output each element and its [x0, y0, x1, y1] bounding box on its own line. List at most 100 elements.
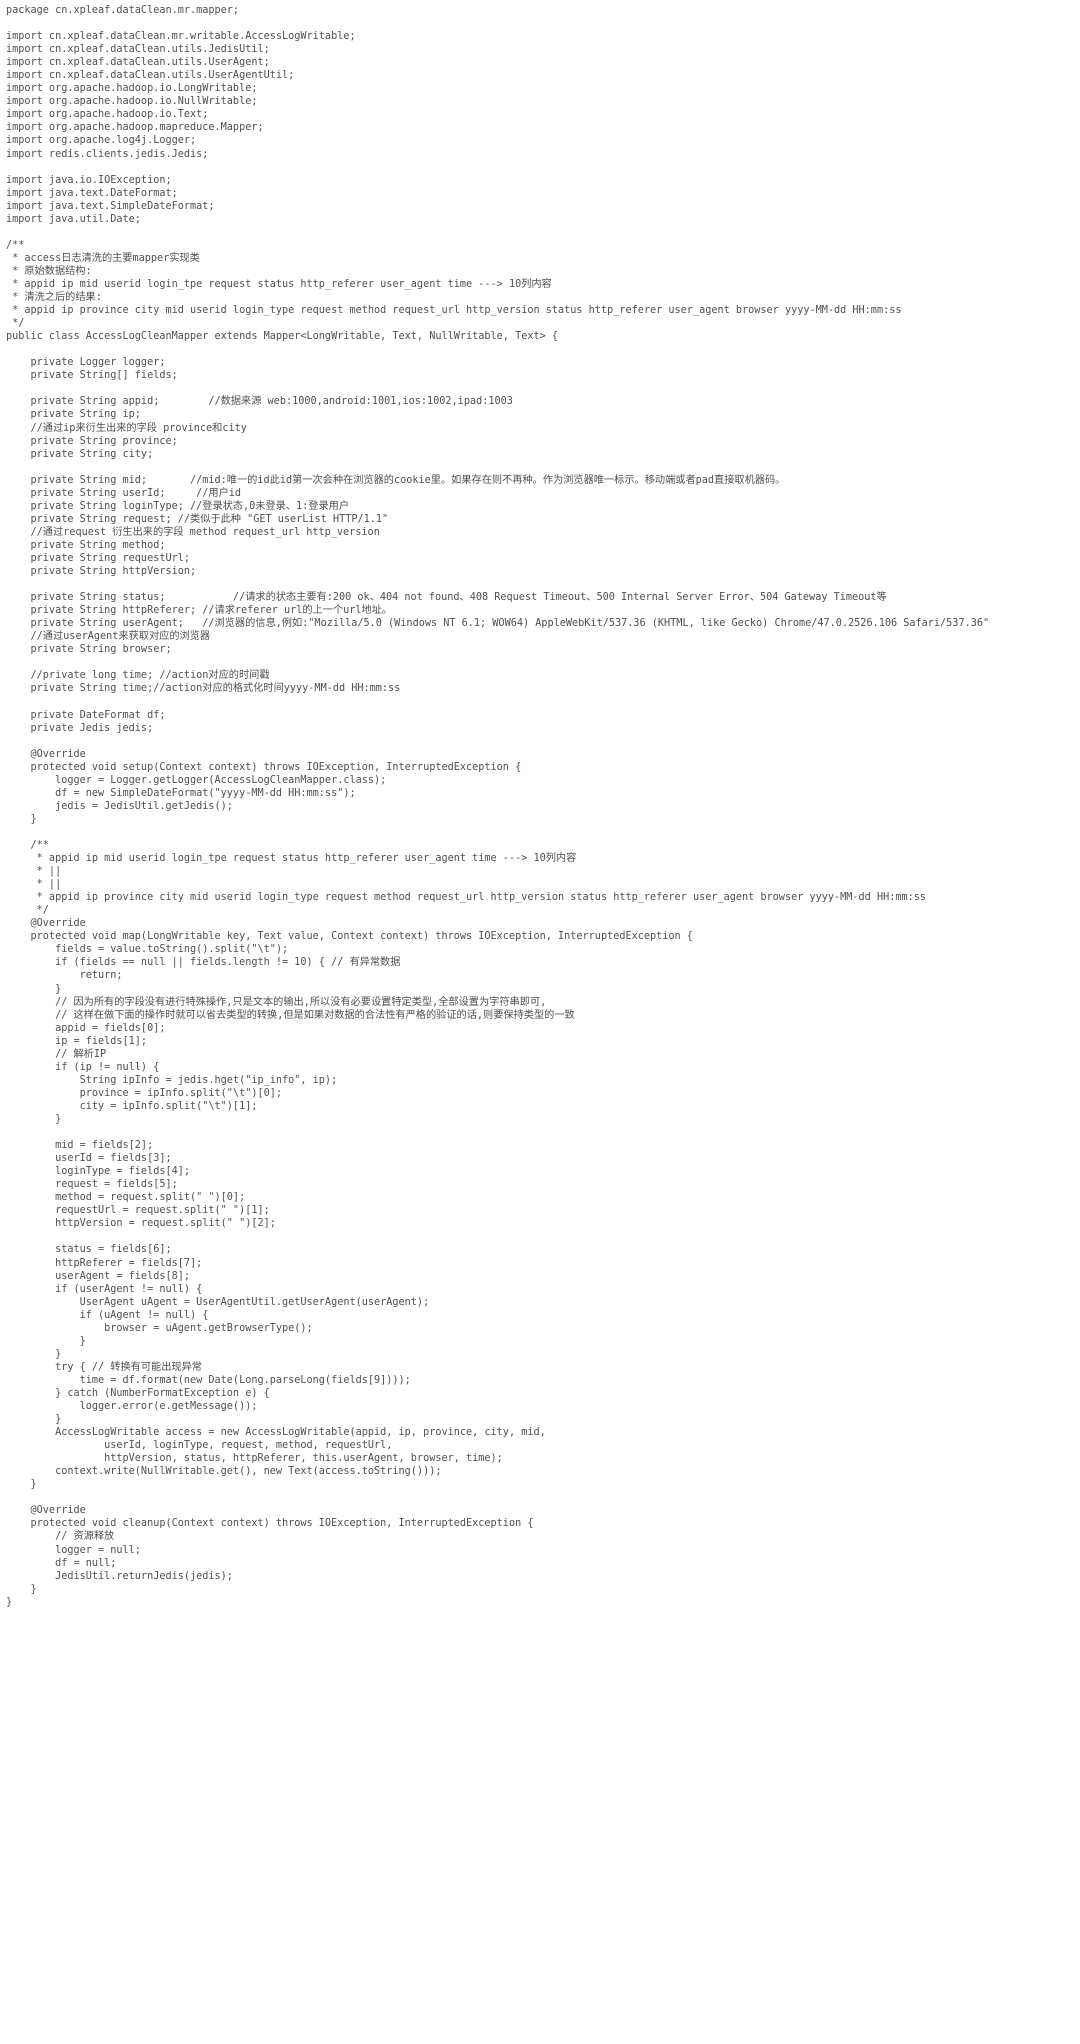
code-line: mid = fields[2]; — [6, 1140, 154, 1152]
code-line: package cn.xpleaf.dataClean.mr.mapper; — [6, 5, 240, 16]
code-line: * 清洗之后的结果: — [6, 292, 102, 304]
code-line: jedis = JedisUtil.getJedis(); — [6, 800, 233, 812]
code-line: import java.io.IOException; — [6, 174, 172, 186]
code-line: appid = fields[0]; — [6, 1022, 166, 1034]
code-line: time = df.format(new Date(Long.parseLong… — [6, 1374, 411, 1386]
code-line: private String mid; //mid:唯一的id此id第一次会种在… — [6, 474, 786, 486]
code-line: import cn.xpleaf.dataClean.utils.UserAge… — [6, 57, 270, 69]
code-line: try { // 转换有可能出现异常 — [6, 1361, 202, 1373]
code-line: @Override — [6, 748, 86, 760]
code-line: import org.apache.hadoop.io.LongWritable… — [6, 83, 258, 95]
code-line: } — [6, 1348, 62, 1360]
code-line: import java.util.Date; — [6, 213, 141, 225]
code-line: // 解析IP — [6, 1048, 107, 1060]
code-line: request = fields[5]; — [6, 1179, 178, 1191]
code-line: /** — [6, 840, 49, 851]
code-line: /** — [6, 239, 25, 251]
code-line: } — [6, 1479, 37, 1491]
code-line: private DateFormat df; — [6, 709, 166, 721]
code-line: } catch (NumberFormatException e) { — [6, 1387, 270, 1399]
code-line: province = ipInfo.split("\t")[0]; — [6, 1087, 283, 1099]
code-line: private Logger logger; — [6, 357, 166, 369]
code-line: df = new SimpleDateFormat("yyyy-MM-dd HH… — [6, 787, 356, 799]
code-line: private String userId; //用户id — [6, 487, 242, 499]
code-line: httpReferer = fields[7]; — [6, 1257, 203, 1269]
code-line: //private long time; //action对应的时间戳 — [6, 670, 270, 682]
code-line: } — [6, 983, 62, 995]
code-line: import org.apache.log4j.Logger; — [6, 135, 197, 147]
code-line: method = request.split(" ")[0]; — [6, 1192, 246, 1204]
code-line: // 资源释放 — [6, 1531, 115, 1543]
code-line: //通过request 衍生出来的字段 method request_url h… — [6, 526, 380, 538]
code-line: import redis.clients.jedis.Jedis; — [6, 148, 209, 160]
code-line: fields = value.toString().split("\t"); — [6, 944, 289, 956]
code-line: } — [6, 1414, 62, 1426]
code-line: import java.text.DateFormat; — [6, 187, 178, 199]
code-line: * || — [6, 879, 62, 891]
code-line: city = ipInfo.split("\t")[1]; — [6, 1100, 258, 1112]
code-line: context.write(NullWritable.get(), new Te… — [6, 1466, 442, 1478]
code-line: import org.apache.hadoop.io.Text; — [6, 109, 209, 121]
code-line: // 因为所有的字段没有进行特殊操作,只是文本的输出,所以没有必要设置特定类型,… — [6, 996, 547, 1008]
code-line: private String browser; — [6, 644, 172, 656]
code-line: } — [6, 1583, 37, 1595]
code-line: private String requestUrl; — [6, 552, 191, 564]
code-line: private String status; //请求的状态主要有:200 ok… — [6, 592, 887, 604]
code-line: @Override — [6, 918, 86, 930]
code-line: logger.error(e.getMessage()); — [6, 1401, 258, 1413]
code-line: private String city; — [6, 448, 154, 460]
code-line: import java.text.SimpleDateFormat; — [6, 200, 215, 212]
code-line: * appid ip province city mid userid logi… — [6, 892, 927, 904]
code-viewer[interactable]: package cn.xpleaf.dataClean.mr.mapper; im… — [0, 0, 1080, 2044]
code-line: private String time;//action对应的格式化时间yyyy… — [6, 683, 401, 695]
code-line: * appid ip province city mid userid logi… — [6, 305, 902, 317]
code-line: * 原始数据结构: — [6, 265, 92, 277]
code-line: public class AccessLogCleanMapper extend… — [6, 331, 559, 343]
code-line: import cn.xpleaf.dataClean.utils.JedisUt… — [6, 44, 270, 56]
code-line: return; — [6, 970, 123, 982]
code-line: httpVersion, status, httpReferer, this.u… — [6, 1453, 503, 1465]
code-line: protected void cleanup(Context context) … — [6, 1518, 534, 1530]
code-line: protected void setup(Context context) th… — [6, 761, 522, 773]
code-line: * appid ip mid userid login_tpe request … — [6, 853, 577, 865]
code-line: * access日志清洗的主要mapper实现类 — [6, 252, 200, 264]
code-line: private String ip; — [6, 409, 141, 421]
code-line: private String request; //类似于此种 "GET use… — [6, 513, 389, 525]
code-line: //通过userAgent来获取对应的浏览器 — [6, 631, 211, 643]
code-line: private String[] fields; — [6, 370, 178, 382]
code-line: // 这样在做下面的操作时就可以省去类型的转换,但是如果对数据的合法性有严格的验… — [6, 1009, 575, 1021]
code-line: */ — [6, 318, 25, 330]
source-code-block[interactable]: package cn.xpleaf.dataClean.mr.mapper; im… — [6, 4, 1080, 1609]
code-line: import org.apache.hadoop.io.NullWritable… — [6, 96, 258, 108]
code-line: logger = null; — [6, 1544, 141, 1556]
code-line: String ipInfo = jedis.hget("ip_info", ip… — [6, 1074, 338, 1086]
code-line: private String appid; //数据来源 web:1000,an… — [6, 396, 513, 408]
code-line: userAgent = fields[8]; — [6, 1270, 191, 1282]
code-line: ip = fields[1]; — [6, 1035, 148, 1047]
code-line: private String httpVersion; — [6, 566, 197, 578]
code-line: * || — [6, 866, 62, 878]
code-line: } — [6, 1335, 86, 1347]
code-line: //通过ip来衍生出来的字段 province和city — [6, 422, 247, 434]
code-line: private String userAgent; //浏览器的信息,例如:"M… — [6, 618, 990, 630]
code-line: UserAgent uAgent = UserAgentUtil.getUser… — [6, 1296, 430, 1308]
code-line: import org.apache.hadoop.mapreduce.Mappe… — [6, 122, 264, 134]
code-line: private Jedis jedis; — [6, 722, 154, 734]
code-line: import cn.xpleaf.dataClean.mr.writable.A… — [6, 31, 356, 43]
code-line: browser = uAgent.getBrowserType(); — [6, 1322, 313, 1334]
code-line: */ — [6, 905, 49, 917]
code-line: if (uAgent != null) { — [6, 1309, 209, 1321]
code-line: userId, loginType, request, method, requ… — [6, 1440, 393, 1452]
code-line: JedisUtil.returnJedis(jedis); — [6, 1570, 233, 1582]
code-line: if (ip != null) { — [6, 1061, 160, 1073]
